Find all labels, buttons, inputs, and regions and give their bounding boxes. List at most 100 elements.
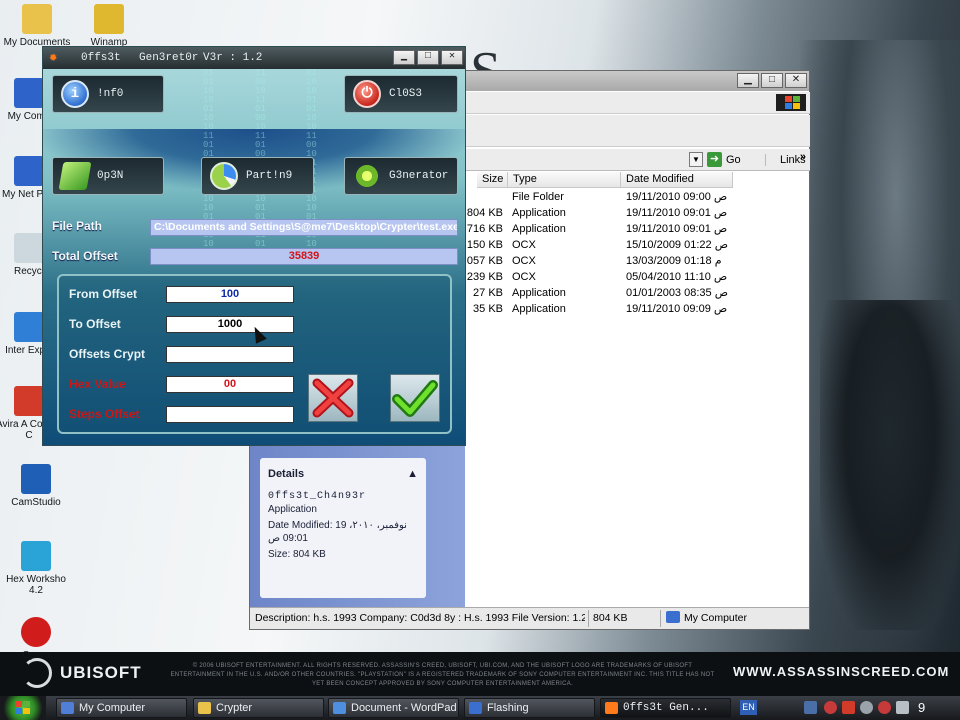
taskbar: My Computer Crypter Document - WordPad F… <box>0 696 960 720</box>
computer-zone-icon <box>666 611 680 623</box>
opera-icon <box>21 617 51 647</box>
info-icon: i <box>61 80 89 108</box>
folder-icon <box>22 4 52 34</box>
title-generator: Gen3ret0r <box>139 52 199 64</box>
total-offset-label: Total Offset <box>52 249 118 263</box>
task-label: My Computer <box>79 702 146 714</box>
ubisoft-swirl-icon <box>22 658 52 688</box>
offset-settings-panel: From Offset 100 To Offset 1000 Offsets C… <box>57 274 452 434</box>
task-my-computer[interactable]: My Computer <box>56 698 187 718</box>
column-header-type[interactable]: Type <box>508 172 621 188</box>
star-icon <box>605 702 618 714</box>
computer-icon <box>61 702 74 714</box>
partition-button-label: Part!n9 <box>246 170 293 182</box>
task-flashing[interactable]: Flashing <box>464 698 595 718</box>
crypter-title-bar[interactable]: ✹ 0ffs3t Gen3ret0r V3r : 1.2 ▁ □ ✕ <box>43 47 465 69</box>
total-offset-field: 35839 <box>150 248 458 265</box>
cell-date: 19/11/2010 09:00 ص <box>626 191 728 203</box>
desktop-icon-winamp[interactable]: Winamp <box>74 4 144 48</box>
close-button[interactable]: ✕ <box>441 50 463 65</box>
confirm-button[interactable] <box>390 374 440 422</box>
start-button[interactable] <box>0 696 46 720</box>
minimize-button[interactable]: ▁ <box>393 50 415 65</box>
app-tray-icon[interactable] <box>878 701 891 714</box>
task-wordpad[interactable]: Document - WordPad <box>328 698 459 718</box>
wallpaper-figure-shadow <box>820 300 960 630</box>
cell-date: 19/11/2010 09:01 ص <box>626 223 728 235</box>
ubisoft-logo: UBISOFT <box>22 658 142 688</box>
window-controls: ▁ □ ✕ <box>393 50 463 65</box>
hex-value-input[interactable]: 00 <box>166 376 294 393</box>
close-button[interactable]: ✕ <box>785 73 807 88</box>
offsets-crypt-input[interactable] <box>166 346 294 363</box>
windows-flag-icon <box>776 94 806 111</box>
task-label: 0ffs3t Gen... <box>623 702 709 714</box>
hex-value-label: Hex Value <box>69 377 126 391</box>
desktop-icon-my-documents[interactable]: My Documents <box>2 4 72 48</box>
maximize-button[interactable]: □ <box>417 50 439 65</box>
offsets-crypt-label: Offsets Crypt <box>69 347 146 361</box>
security-tray-icon[interactable] <box>824 701 837 714</box>
avira-icon <box>14 386 44 416</box>
desktop-icon-label: Opera <box>22 650 50 661</box>
column-header-date-modified[interactable]: Date Modified <box>621 172 733 188</box>
task-offset-generator[interactable]: 0ffs3t Gen... <box>600 698 731 718</box>
language-indicator[interactable]: EN <box>740 700 757 715</box>
cell-type: Application <box>512 207 566 219</box>
desktop-icon-camstudio[interactable]: CamStudio <box>1 464 71 508</box>
antivirus-tray-icon[interactable] <box>842 701 855 714</box>
legal-notice: © 2006 UBISOFT ENTERTAINMENT. ALL RIGHTS… <box>170 663 715 687</box>
steps-offset-label: Steps Offset <box>69 407 140 421</box>
info-button[interactable]: i !nf0 <box>52 75 164 113</box>
partition-button[interactable]: Part!n9 <box>201 157 314 195</box>
desktop-icon-opera[interactable]: Opera <box>1 617 71 661</box>
desktop-icon-label: Recycl <box>13 266 44 277</box>
address-dropdown-button[interactable]: ▼ <box>689 152 703 167</box>
open-button-label: 0p3N <box>97 170 124 182</box>
cell-type: OCX <box>512 271 536 283</box>
windows-logo-icon <box>15 701 30 715</box>
title-version: V3r : 1.2 <box>203 52 263 64</box>
title-name: 0ffs3t <box>81 52 121 64</box>
cell-type: OCX <box>512 239 536 251</box>
go-label: Go <box>726 153 741 166</box>
cell-type: Application <box>512 223 566 235</box>
task-crypter[interactable]: Crypter <box>193 698 324 718</box>
address-bar: ▼ ➜ Go Links » <box>465 149 810 171</box>
links-chevron-icon[interactable]: » <box>800 151 806 163</box>
column-header-size[interactable]: Size <box>477 172 508 188</box>
window-controls: ▁ □ ✕ <box>737 73 807 88</box>
go-button[interactable]: ➜ Go <box>707 152 741 167</box>
details-header[interactable]: Details ▲ <box>268 468 418 480</box>
crypter-window: ✹ 0ffs3t Gen3ret0r V3r : 1.2 ▁ □ ✕ 01011… <box>42 46 466 446</box>
steps-offset-input[interactable] <box>166 406 294 423</box>
explorer-toolbar <box>465 115 810 147</box>
to-offset-input[interactable]: 1000 <box>166 316 294 333</box>
file-path-field[interactable]: C:\Documents and Settings\S@me7\Desktop\… <box>150 219 458 236</box>
app-tray-icon[interactable] <box>860 701 873 714</box>
status-zone: My Computer <box>684 612 748 624</box>
network-tray-icon[interactable] <box>804 701 817 714</box>
system-tray: EN 9 <box>734 696 960 720</box>
network-icon <box>14 156 44 186</box>
cancel-button[interactable] <box>308 374 358 422</box>
file-path-label: File Path <box>52 219 103 233</box>
from-offset-input[interactable]: 100 <box>166 286 294 303</box>
close-app-button[interactable]: ⏻ Cl0S3 <box>344 75 458 113</box>
clock[interactable]: 9 <box>918 697 925 719</box>
minimize-button[interactable]: ▁ <box>737 73 759 88</box>
volume-tray-icon[interactable] <box>896 701 909 714</box>
cell-type: Application <box>512 303 566 315</box>
task-label: Flashing <box>487 702 529 714</box>
generator-button[interactable]: G3nerator <box>344 157 458 195</box>
power-icon: ⏻ <box>353 80 381 108</box>
desktop-icon-hex-workshop[interactable]: Hex Worksho 4.2 <box>1 541 71 596</box>
cell-type: Application <box>512 287 566 299</box>
gear-icon <box>353 162 381 190</box>
maximize-button[interactable]: □ <box>761 73 783 88</box>
status-size: 804 KB <box>593 612 628 624</box>
from-offset-label: From Offset <box>69 287 138 301</box>
open-icon <box>58 162 92 190</box>
open-button[interactable]: 0p3N <box>52 157 164 195</box>
collapse-icon[interactable]: ▲ <box>407 468 418 480</box>
